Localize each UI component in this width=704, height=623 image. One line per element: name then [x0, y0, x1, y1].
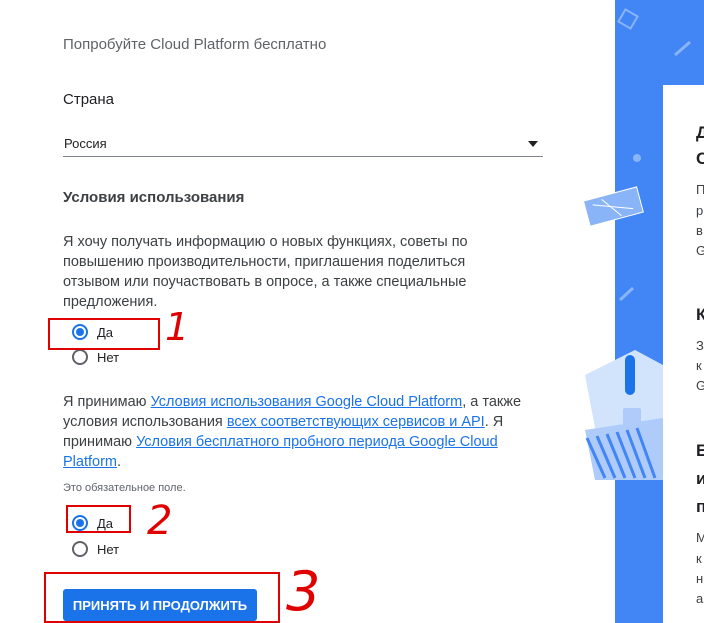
radio-unchecked-icon [72, 349, 88, 365]
promo-text-3d: а [696, 591, 704, 606]
promo-heading-2: К [696, 305, 704, 324]
tos-text: . [117, 454, 122, 470]
annotation-number-2: 2 [147, 498, 173, 544]
radio-label: Нет [97, 541, 120, 557]
country-select[interactable]: Россия [63, 133, 543, 157]
required-field-note: Это обязательное поле. [63, 482, 186, 494]
services-terms-link[interactable]: всех соответствующих сервисов и API [227, 414, 485, 430]
tos-no-radio[interactable]: Нет [72, 541, 119, 557]
promo-text-3c: н [696, 571, 704, 586]
terms-section-title: Условия использования [63, 189, 245, 206]
gcp-terms-link[interactable]: Условия использования Google Cloud Platf… [151, 394, 463, 410]
promo-heading-1: Д [696, 123, 704, 142]
promo-text-1b: р [696, 203, 704, 218]
country-select-value: Россия [64, 136, 107, 151]
newsletter-no-radio[interactable]: Нет [72, 349, 119, 365]
tos-text: Я принимаю [63, 394, 151, 410]
annotation-box-3 [44, 572, 280, 623]
promo-text-1d: G [696, 243, 704, 258]
annotation-number-3: 3 [286, 560, 321, 623]
promo-text-2: З [696, 338, 704, 353]
promo-text-3: М [696, 530, 704, 545]
page-title: Попробуйте Cloud Platform бесплатно [63, 36, 327, 53]
promo-text-3b: к [696, 551, 702, 566]
promo-heading-3b: и [696, 469, 704, 488]
newsletter-text: Я хочу получать информацию о новых функц… [63, 234, 468, 310]
promo-text-2b: к [696, 358, 702, 373]
annotation-number-1: 1 [165, 305, 190, 349]
radio-label: Нет [97, 349, 120, 365]
country-label: Страна [63, 91, 115, 108]
promo-heading-3: Е [696, 441, 704, 460]
gift-box-illustration [582, 186, 663, 480]
promo-text-1: П [696, 182, 704, 197]
terms-acceptance-text: Я принимаю Условия использования Google … [63, 392, 549, 472]
annotation-box-1 [48, 318, 160, 350]
promo-text-2c: G [696, 378, 704, 393]
annotation-box-2 [66, 505, 131, 533]
dropdown-arrow-icon [528, 141, 538, 147]
promo-text-1c: в [696, 223, 703, 238]
radio-unchecked-icon [72, 541, 88, 557]
promo-heading-1b: С [696, 149, 704, 168]
promo-heading-3c: п [696, 497, 704, 516]
